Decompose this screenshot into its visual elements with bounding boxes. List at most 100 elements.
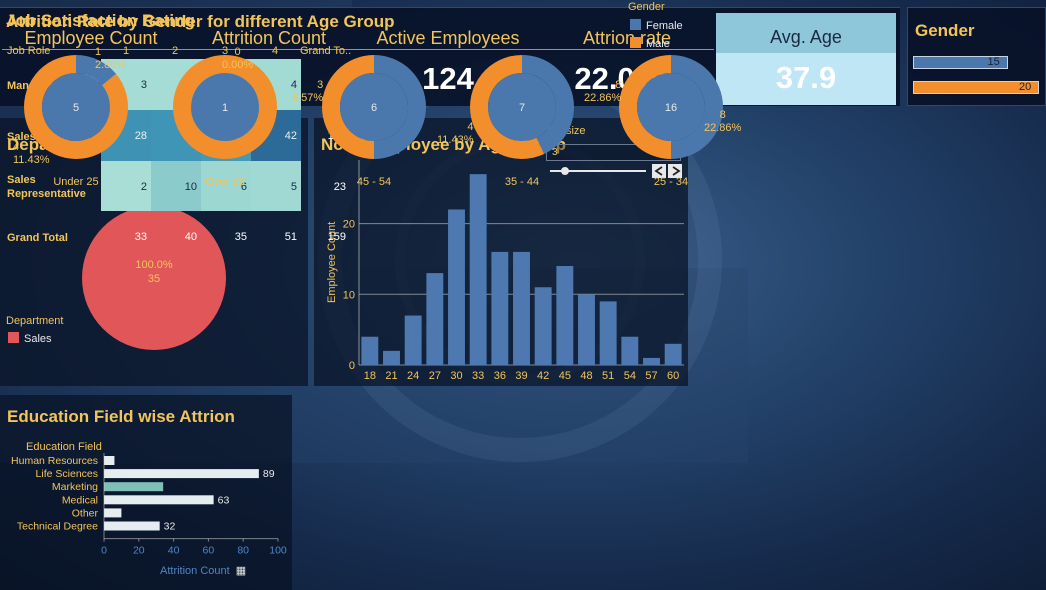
x-axis-label: Attrition Count ▦ <box>160 564 246 577</box>
bar-age-60[interactable] <box>664 343 682 365</box>
x-tick-label: 42 <box>537 370 549 382</box>
category-label: Marketing <box>52 481 98 493</box>
x-tick-label: 36 <box>494 370 506 382</box>
category-label: Medical <box>62 494 98 506</box>
bar-value-label: 89 <box>263 468 275 480</box>
donut-center-value: 5 <box>73 102 79 114</box>
grand-total-cell: 159 <box>327 231 346 243</box>
x-tick-label: 57 <box>645 370 657 382</box>
bar-age-42[interactable] <box>534 287 552 365</box>
grand-total-cell: 51 <box>284 231 297 243</box>
education-bar-chart: Human ResourcesLife Sciences 89 MarketingM… <box>11 453 287 557</box>
category-label: Technical Degree <box>17 521 98 533</box>
legend-label: Sales <box>24 333 52 345</box>
donut-label-text: 8 22.86% <box>584 79 622 104</box>
x-tick-label: 33 <box>472 370 484 382</box>
bar-age-51[interactable] <box>599 301 617 365</box>
x-tick-label: 0 <box>101 545 107 557</box>
bar-age-24[interactable] <box>404 315 422 365</box>
x-tick-label: 45 <box>559 370 571 382</box>
bar-age-39[interactable] <box>513 251 530 365</box>
bar-age-21[interactable] <box>383 350 400 365</box>
donut-charts: 5 1 6 7 16 <box>24 55 724 160</box>
bar-life-sciences[interactable] <box>104 469 259 479</box>
pie-percent: 100.0% <box>135 259 173 271</box>
donut-label: 8 22.86% <box>584 79 621 105</box>
x-tick-label: 60 <box>203 545 215 557</box>
donut-label: 3 8.57% <box>292 79 323 105</box>
bar-age-57[interactable] <box>643 357 660 365</box>
y-tick-label: 0 <box>349 360 355 372</box>
x-tick-label: 40 <box>168 545 180 557</box>
x-tick-label: 60 <box>667 370 679 382</box>
x-tick-label: 48 <box>580 370 592 382</box>
donut-label-text: 0 0.00% <box>222 46 254 71</box>
grand-total-cell: 35 <box>234 231 247 243</box>
donut-4: 16 <box>618 55 724 160</box>
donut-center-value: 7 <box>519 102 525 114</box>
category-label: Life Sciences <box>36 468 98 480</box>
legend-item-sales[interactable]: Sales <box>8 332 52 345</box>
donut-label: 4 11.43% <box>13 141 50 167</box>
x-tick-label: 39 <box>515 370 527 382</box>
donut-category-label: 45 - 54 <box>356 176 392 188</box>
bar-age-54[interactable] <box>621 336 639 365</box>
donut-category-label: 35 - 44 <box>504 176 540 188</box>
x-tick-label: 51 <box>602 370 614 382</box>
donut-category-label: 25 - 34 <box>653 176 689 188</box>
donut-label-text: 8 22.86% <box>704 109 742 134</box>
donut-label-text: 3 8.57% <box>292 79 324 104</box>
donut-3: 7 <box>470 55 574 159</box>
donut-label-text: 4 11.43% <box>437 121 474 146</box>
donut-label-text: 1 2.86% <box>95 46 127 71</box>
education-panel: Education Field wise Attrion Education F… <box>0 395 292 590</box>
donut-label: 8 22.86% <box>704 109 741 135</box>
donut-label-text: 4 11.43% <box>13 141 50 166</box>
y-tick-label: 10 <box>343 289 355 301</box>
gender-panel: Gender 15 20 <box>907 7 1046 106</box>
bar-age-18[interactable] <box>361 336 379 365</box>
legend-title: Department <box>6 315 64 327</box>
bar-marketing[interactable] <box>104 482 164 492</box>
bar-age-30[interactable] <box>448 209 465 365</box>
grand-total-cell: 33 <box>134 231 147 243</box>
x-tick-label: 24 <box>407 370 419 382</box>
bar-value-label: 63 <box>218 494 230 506</box>
legend-swatch <box>8 332 19 343</box>
category-label: Other <box>72 507 99 519</box>
gender-bar-label: 20 <box>1019 81 1032 93</box>
x-axis-label-text: Attrition Count <box>160 565 230 577</box>
bar-technical-degree[interactable] <box>104 521 160 531</box>
row-label-grand-total: Grand Total <box>7 232 68 244</box>
bar-medical[interactable] <box>104 495 214 505</box>
x-tick-label: 80 <box>237 545 249 557</box>
pie-label: 100.0% 35 <box>124 258 184 286</box>
bar-age-27[interactable] <box>426 273 444 365</box>
category-label: Human Resources <box>11 455 98 467</box>
donut-label: 4 11.43% <box>437 121 474 147</box>
sort-icon[interactable]: ▦ <box>236 565 246 577</box>
bar-other[interactable] <box>104 508 122 518</box>
bar-age-45[interactable] <box>556 266 574 365</box>
donut-label: 1 2.86% <box>95 46 126 72</box>
bar-age-33[interactable] <box>469 174 487 365</box>
donut-center-value: 1 <box>222 102 228 114</box>
x-tick-label: 21 <box>385 370 397 382</box>
bar-age-36[interactable] <box>491 251 509 365</box>
x-tick-label: 18 <box>364 370 376 382</box>
pie-count: 35 <box>147 273 161 285</box>
donut-label: 0 0.00% <box>222 46 253 72</box>
donut-category-label: Under 25 <box>53 176 99 188</box>
gender-bar-label: 15 <box>987 56 1000 68</box>
panel-title: Gender <box>915 21 975 40</box>
bar-value-label: 32 <box>164 521 176 533</box>
y-tick-label: 20 <box>343 219 355 231</box>
donut-1: 1 <box>173 55 277 159</box>
x-tick-label: 30 <box>450 370 462 382</box>
grand-total-cell: 40 <box>184 231 197 243</box>
bar-human-resources[interactable] <box>104 456 115 465</box>
x-tick-label: 20 <box>133 545 145 557</box>
bar-age-48[interactable] <box>578 294 595 365</box>
donut-center-value: 16 <box>665 102 677 114</box>
x-tick-label: 54 <box>624 370 636 382</box>
